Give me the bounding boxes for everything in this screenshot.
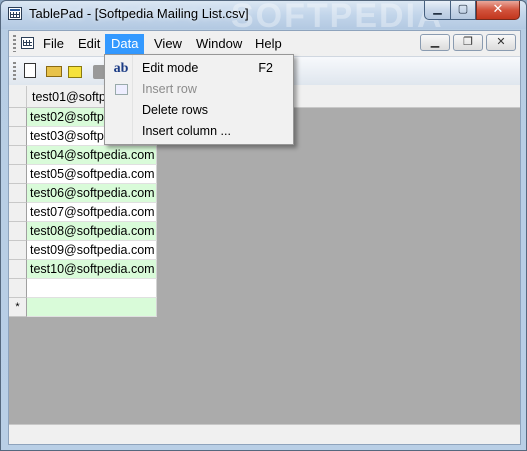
table-row[interactable]: test10@softpedia.com bbox=[9, 260, 520, 279]
menu-item-label: Insert row bbox=[142, 82, 197, 96]
table-row[interactable] bbox=[9, 279, 520, 298]
app-icon[interactable] bbox=[8, 7, 22, 20]
menu-view[interactable]: View bbox=[148, 34, 188, 54]
menu-help[interactable]: Help bbox=[249, 34, 288, 54]
save-icon bbox=[68, 66, 82, 78]
row-header[interactable] bbox=[9, 222, 27, 241]
table-cell[interactable]: test10@softpedia.com bbox=[27, 260, 157, 279]
title-bar[interactable]: SOFTPEDIA TablePad - [Softpedia Mailing … bbox=[1, 0, 526, 35]
toolbar-grip-icon[interactable] bbox=[13, 62, 16, 80]
insert-row-icon bbox=[115, 84, 128, 95]
menu-item-insert-row[interactable]: Insert row bbox=[107, 79, 293, 100]
new-icon bbox=[24, 63, 36, 78]
row-header[interactable] bbox=[9, 279, 27, 298]
menu-item-edit-mode[interactable]: ab Edit mode F2 bbox=[107, 58, 293, 79]
maximize-icon: ▢ bbox=[457, 3, 469, 15]
row-header[interactable] bbox=[9, 260, 27, 279]
caption-buttons: ▁ ▢ ✕ bbox=[424, 1, 520, 20]
menu-window[interactable]: Window bbox=[190, 34, 248, 54]
row-header[interactable] bbox=[9, 165, 27, 184]
row-header[interactable] bbox=[9, 203, 27, 222]
menu-item-delete-rows[interactable]: Delete rows bbox=[107, 100, 293, 121]
save-button[interactable] bbox=[67, 62, 85, 80]
open-button[interactable] bbox=[45, 62, 63, 80]
menu-data[interactable]: Data bbox=[105, 34, 145, 54]
menu-item-insert-column[interactable]: Insert column ... bbox=[107, 121, 293, 142]
maximize-button[interactable]: ▢ bbox=[450, 1, 476, 20]
child-window-buttons: ▁ ❐ ✕ bbox=[420, 34, 516, 51]
table-cell[interactable] bbox=[27, 279, 157, 298]
close-icon: ✕ bbox=[492, 1, 504, 16]
new-button[interactable] bbox=[21, 62, 39, 80]
close-button[interactable]: ✕ bbox=[476, 1, 520, 20]
menu-item-shortcut: F2 bbox=[258, 61, 273, 75]
row-header[interactable] bbox=[9, 241, 27, 260]
open-icon bbox=[46, 66, 62, 77]
new-row[interactable]: * bbox=[9, 298, 520, 317]
table-row[interactable]: test05@softpedia.com bbox=[9, 165, 520, 184]
minimize-icon: ▁ bbox=[433, 3, 442, 15]
table-cell[interactable] bbox=[27, 298, 157, 317]
menu-item-label: Edit mode bbox=[142, 61, 199, 75]
menu-file[interactable]: File bbox=[37, 34, 70, 54]
child-minimize-button[interactable]: ▁ bbox=[420, 34, 450, 51]
row-header[interactable] bbox=[9, 108, 27, 127]
menu-item-label: Delete rows bbox=[142, 103, 208, 117]
table-cell[interactable]: test05@softpedia.com bbox=[27, 165, 157, 184]
window-title: TablePad - [Softpedia Mailing List.csv] bbox=[29, 6, 249, 21]
menu-edit[interactable]: Edit bbox=[72, 34, 106, 54]
table-row[interactable]: test08@softpedia.com bbox=[9, 222, 520, 241]
table-row[interactable]: test04@softpedia.com bbox=[9, 146, 520, 165]
table-cell[interactable]: test04@softpedia.com bbox=[27, 146, 157, 165]
menu-item-label: Insert column ... bbox=[142, 124, 231, 138]
app-window: SOFTPEDIA TablePad - [Softpedia Mailing … bbox=[0, 0, 527, 451]
child-restore-button[interactable]: ❐ bbox=[453, 34, 483, 51]
table-row[interactable]: test06@softpedia.com bbox=[9, 184, 520, 203]
ab-icon: ab bbox=[113, 61, 129, 76]
document-menu-icon[interactable] bbox=[21, 37, 34, 49]
row-header[interactable] bbox=[9, 127, 27, 146]
table-row[interactable]: test09@softpedia.com bbox=[9, 241, 520, 260]
data-menu-dropdown: ab Edit mode F2 Insert row Delete rows I… bbox=[104, 54, 294, 145]
row-header[interactable] bbox=[9, 146, 27, 165]
table-cell[interactable]: test09@softpedia.com bbox=[27, 241, 157, 260]
new-row-marker[interactable]: * bbox=[9, 298, 27, 317]
table-row[interactable]: test07@softpedia.com bbox=[9, 203, 520, 222]
table-cell[interactable]: test06@softpedia.com bbox=[27, 184, 157, 203]
table-cell[interactable]: test07@softpedia.com bbox=[27, 203, 157, 222]
select-all-corner[interactable] bbox=[9, 86, 27, 108]
minimize-button[interactable]: ▁ bbox=[424, 1, 450, 20]
row-header[interactable] bbox=[9, 184, 27, 203]
status-bar bbox=[9, 424, 520, 444]
child-close-button[interactable]: ✕ bbox=[486, 34, 516, 51]
table-cell[interactable]: test08@softpedia.com bbox=[27, 222, 157, 241]
menu-bar: File Edit Data View Window Help ▁ ❐ ✕ bbox=[9, 31, 520, 56]
menubar-grip-icon[interactable] bbox=[13, 35, 16, 52]
